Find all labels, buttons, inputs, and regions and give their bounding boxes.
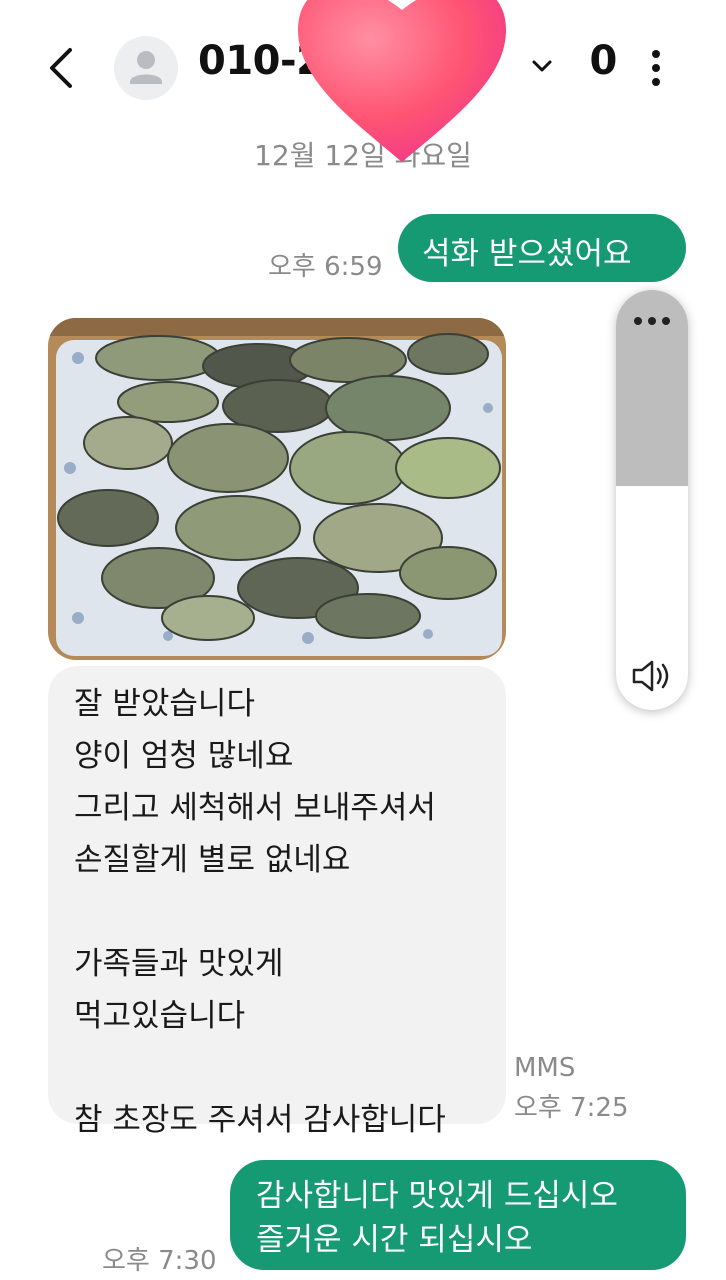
speaker-icon[interactable] xyxy=(630,658,674,694)
message-time: 오후 7:30 xyxy=(102,1246,217,1276)
volume-panel[interactable] xyxy=(616,290,688,710)
outgoing-message-bubble[interactable]: 석화 받으셨어요 xyxy=(398,214,686,282)
mms-badge: MMS xyxy=(514,1053,576,1083)
contact-number-tail: 0 xyxy=(589,38,617,84)
more-horizontal-icon[interactable] xyxy=(632,314,672,328)
message-time: 오후 7:25 xyxy=(514,1093,629,1123)
chevron-down-icon[interactable] xyxy=(528,54,556,78)
message-meta: MMS 오후 7:25 xyxy=(514,1048,629,1128)
contact-avatar[interactable] xyxy=(114,36,178,100)
more-vertical-icon[interactable] xyxy=(642,44,670,92)
incoming-message-bubble[interactable]: 잘 받았습니다 양이 엄청 많네요 그리고 세척해서 보내주셔서 손질할게 별로… xyxy=(48,666,506,1138)
outgoing-message-bubble[interactable]: 감사합니다 맛있게 드십시오 즐거운 시간 되십시오 xyxy=(230,1160,686,1270)
heart-sticker xyxy=(298,0,506,162)
person-icon xyxy=(130,51,162,84)
oysters-on-tray-photo[interactable] xyxy=(48,318,506,660)
message-time: 오후 6:59 xyxy=(268,252,383,282)
oyster-photo-image xyxy=(48,318,506,660)
back-chevron-icon[interactable] xyxy=(40,44,84,92)
